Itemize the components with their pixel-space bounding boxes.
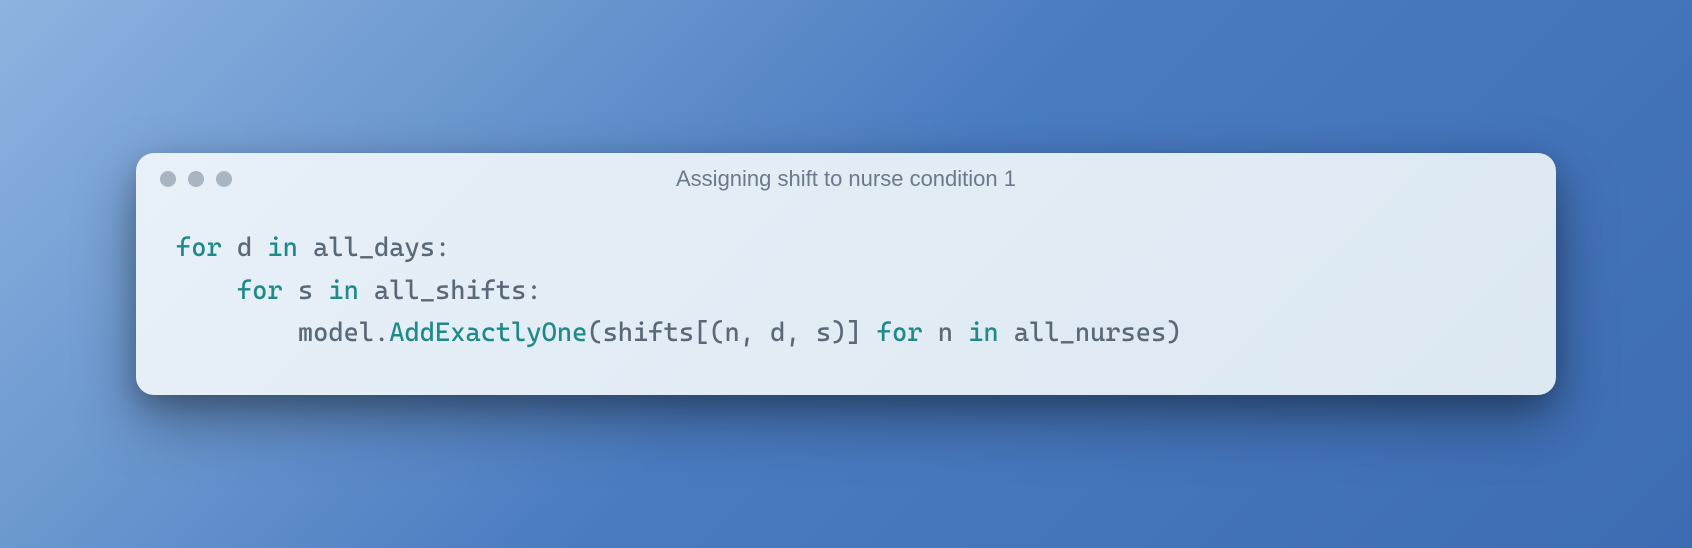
code-text: s bbox=[283, 276, 329, 306]
code-text: n bbox=[922, 318, 968, 348]
code-text: all_nurses) bbox=[999, 318, 1182, 348]
traffic-lights bbox=[160, 171, 232, 187]
code-text: d bbox=[222, 233, 268, 263]
code-window: Assigning shift to nurse condition 1 for… bbox=[136, 153, 1556, 396]
keyword-in: in bbox=[328, 276, 358, 306]
keyword-for: for bbox=[237, 276, 283, 306]
code-block: for d in all_days: for s in all_shifts: … bbox=[136, 197, 1556, 396]
close-icon[interactable] bbox=[160, 171, 176, 187]
maximize-icon[interactable] bbox=[216, 171, 232, 187]
code-text: (shifts[(n, d, s)] bbox=[587, 318, 876, 348]
titlebar: Assigning shift to nurse condition 1 bbox=[136, 153, 1556, 197]
window-title: Assigning shift to nurse condition 1 bbox=[676, 166, 1016, 192]
code-text: all_days: bbox=[298, 233, 450, 263]
code-text: model. bbox=[298, 318, 389, 348]
code-indent bbox=[176, 318, 298, 348]
keyword-in: in bbox=[968, 318, 998, 348]
keyword-for: for bbox=[877, 318, 923, 348]
keyword-for: for bbox=[176, 233, 222, 263]
minimize-icon[interactable] bbox=[188, 171, 204, 187]
keyword-in: in bbox=[267, 233, 297, 263]
function-name: AddExactlyOne bbox=[389, 318, 587, 348]
code-text: all_shifts: bbox=[359, 276, 542, 306]
code-indent bbox=[176, 276, 237, 306]
